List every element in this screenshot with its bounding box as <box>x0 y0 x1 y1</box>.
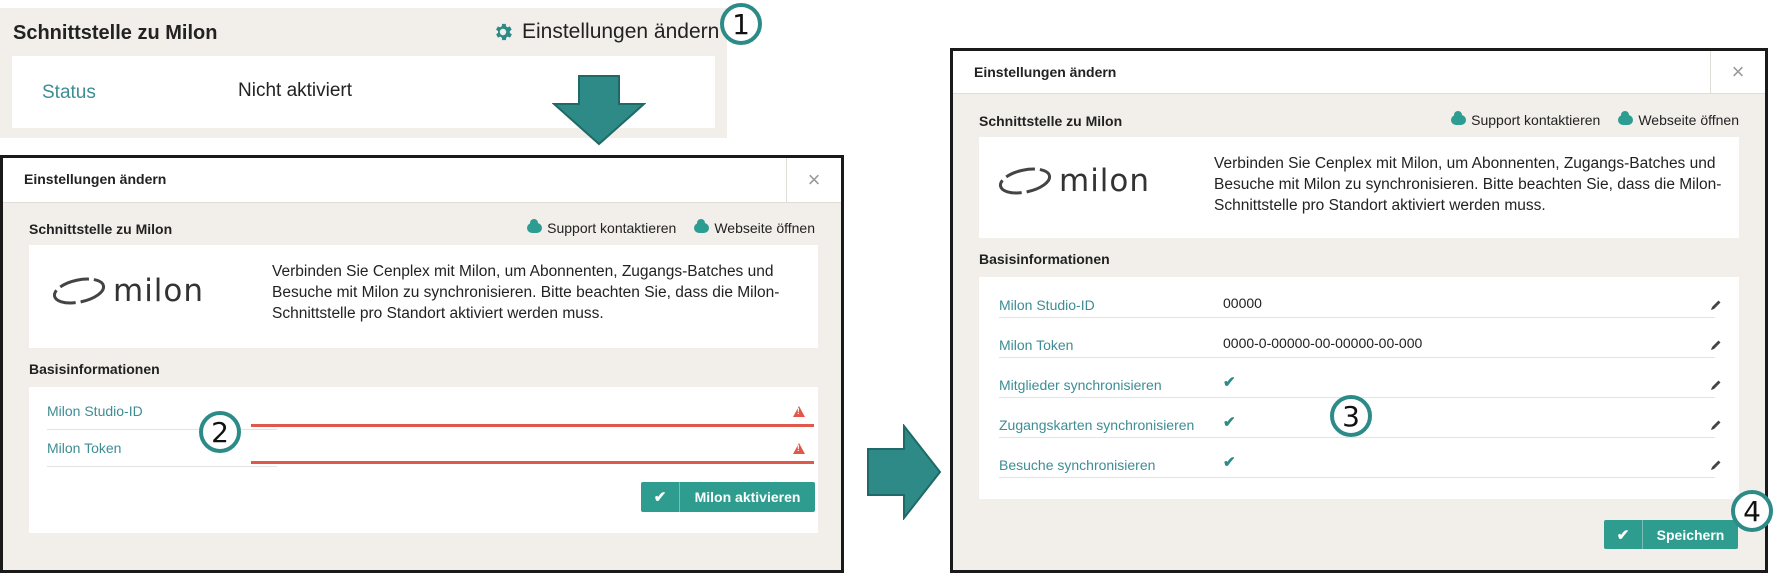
token-input[interactable] <box>251 461 814 464</box>
studio-id-value[interactable]: 00000 <box>1223 295 1262 311</box>
support-link[interactable]: Support kontaktieren <box>527 219 677 236</box>
modal-header: Einstellungen ändern × <box>3 158 841 203</box>
cloud-icon <box>1618 111 1634 125</box>
intro-box: milon Verbinden Sie Cenplex mit Milon, u… <box>29 245 818 348</box>
intro-description: Verbinden Sie Cenplex mit Milon, um Abon… <box>272 263 780 322</box>
save-button-label: Speichern <box>1656 526 1725 543</box>
check-icon: ✔ <box>1604 520 1643 549</box>
change-settings-label: Einstellungen ändern <box>522 20 720 43</box>
activate-milon-button[interactable]: ✔ Milon aktivieren <box>641 482 815 512</box>
pencil-icon[interactable] <box>1710 379 1722 391</box>
close-icon[interactable]: × <box>1710 51 1765 93</box>
row-divider <box>47 429 277 430</box>
pencil-icon[interactable] <box>1710 299 1722 311</box>
callout-2: 2 <box>199 411 241 453</box>
basis-title: Basisinformationen <box>979 251 1110 267</box>
studio-id-input[interactable] <box>251 424 814 427</box>
arrow-down-icon <box>552 75 646 146</box>
website-link[interactable]: Webseite öffnen <box>1618 111 1739 128</box>
support-link[interactable]: Support kontaktieren <box>1451 111 1601 128</box>
sync-members-label: Mitglieder synchronisieren <box>999 377 1162 393</box>
cloud-icon <box>527 219 543 233</box>
cloud-icon <box>1451 111 1467 125</box>
row-divider <box>999 357 1715 358</box>
modal-links: Support kontaktieren Webseite öffnen <box>527 219 815 236</box>
row-divider <box>999 437 1715 438</box>
sync-visits-checkbox[interactable]: ✔ <box>1223 453 1236 471</box>
callout-4: 4 <box>1731 490 1773 532</box>
support-link-label: Support kontaktieren <box>547 220 677 236</box>
website-link[interactable]: Webseite öffnen <box>694 219 815 236</box>
pencil-icon[interactable] <box>1710 459 1722 471</box>
milon-logo: milon <box>51 273 204 309</box>
cloud-icon <box>694 219 710 233</box>
check-icon: ✔ <box>641 482 680 512</box>
website-link-label: Webseite öffnen <box>1638 112 1739 128</box>
callout-3: 3 <box>1330 395 1372 437</box>
settings-modal-active: Einstellungen ändern × Schnittstelle zu … <box>950 48 1768 573</box>
basis-form: Milon Studio-ID 00000 Milon Token 0000-0… <box>979 277 1739 499</box>
modal-title: Einstellungen ändern <box>974 64 1117 80</box>
arrow-right-icon <box>867 424 942 520</box>
callout-1: 1 <box>720 3 762 45</box>
intro-description: Verbinden Sie Cenplex mit Milon, um Abon… <box>1214 155 1722 214</box>
activate-milon-label: Milon aktivieren <box>694 489 801 505</box>
row-divider <box>47 466 277 467</box>
milon-logo-text: milon <box>113 273 205 309</box>
milon-logo-swoosh <box>998 167 1052 195</box>
milon-logo-text: milon <box>1059 163 1151 199</box>
pencil-icon[interactable] <box>1710 419 1722 431</box>
sync-members-checkbox[interactable]: ✔ <box>1223 373 1236 391</box>
intro-box: milon Verbinden Sie Cenplex mit Milon, u… <box>979 137 1739 238</box>
warning-icon <box>793 443 805 454</box>
section-title: Schnittstelle zu Milon <box>979 113 1123 129</box>
basis-form: Milon Studio-ID Milon Token ✔ Milon akti… <box>29 387 818 533</box>
modal-title: Einstellungen ändern <box>24 171 167 187</box>
section-title: Schnittstelle zu Milon <box>29 221 173 237</box>
settings-modal-inactive: Einstellungen ändern × Schnittstelle zu … <box>0 155 844 573</box>
milon-logo-swoosh <box>52 277 106 305</box>
row-divider <box>999 477 1715 478</box>
token-label: Milon Token <box>999 337 1074 353</box>
gear-icon <box>496 23 512 41</box>
sync-visits-label: Besuche synchronisieren <box>999 457 1156 473</box>
token-label: Milon Token <box>47 440 122 456</box>
pencil-icon[interactable] <box>1710 339 1722 351</box>
modal-header: Einstellungen ändern × <box>953 51 1765 94</box>
save-button[interactable]: ✔ Speichern <box>1604 520 1738 549</box>
status-card-title: Schnittstelle zu Milon <box>13 22 218 44</box>
status-label: Status <box>42 82 96 103</box>
sync-cards-checkbox[interactable]: ✔ <box>1223 413 1236 431</box>
modal-links: Support kontaktieren Webseite öffnen <box>1451 111 1739 128</box>
token-value[interactable]: 0000-0-00000-00-00000-00-000 <box>1223 335 1422 351</box>
change-settings-link[interactable]: Einstellungen ändern <box>492 20 719 44</box>
support-link-label: Support kontaktieren <box>1471 112 1601 128</box>
milon-logo: milon <box>997 163 1150 199</box>
studio-id-label: Milon Studio-ID <box>999 297 1095 313</box>
basis-title: Basisinformationen <box>29 361 160 377</box>
status-value: Nicht aktiviert <box>238 80 353 101</box>
row-divider <box>999 317 1715 318</box>
sync-cards-label: Zugangskarten synchronisieren <box>999 417 1195 433</box>
website-link-label: Webseite öffnen <box>714 220 815 236</box>
warning-icon <box>793 406 805 417</box>
studio-id-label: Milon Studio-ID <box>47 403 143 419</box>
close-icon[interactable]: × <box>786 158 841 202</box>
